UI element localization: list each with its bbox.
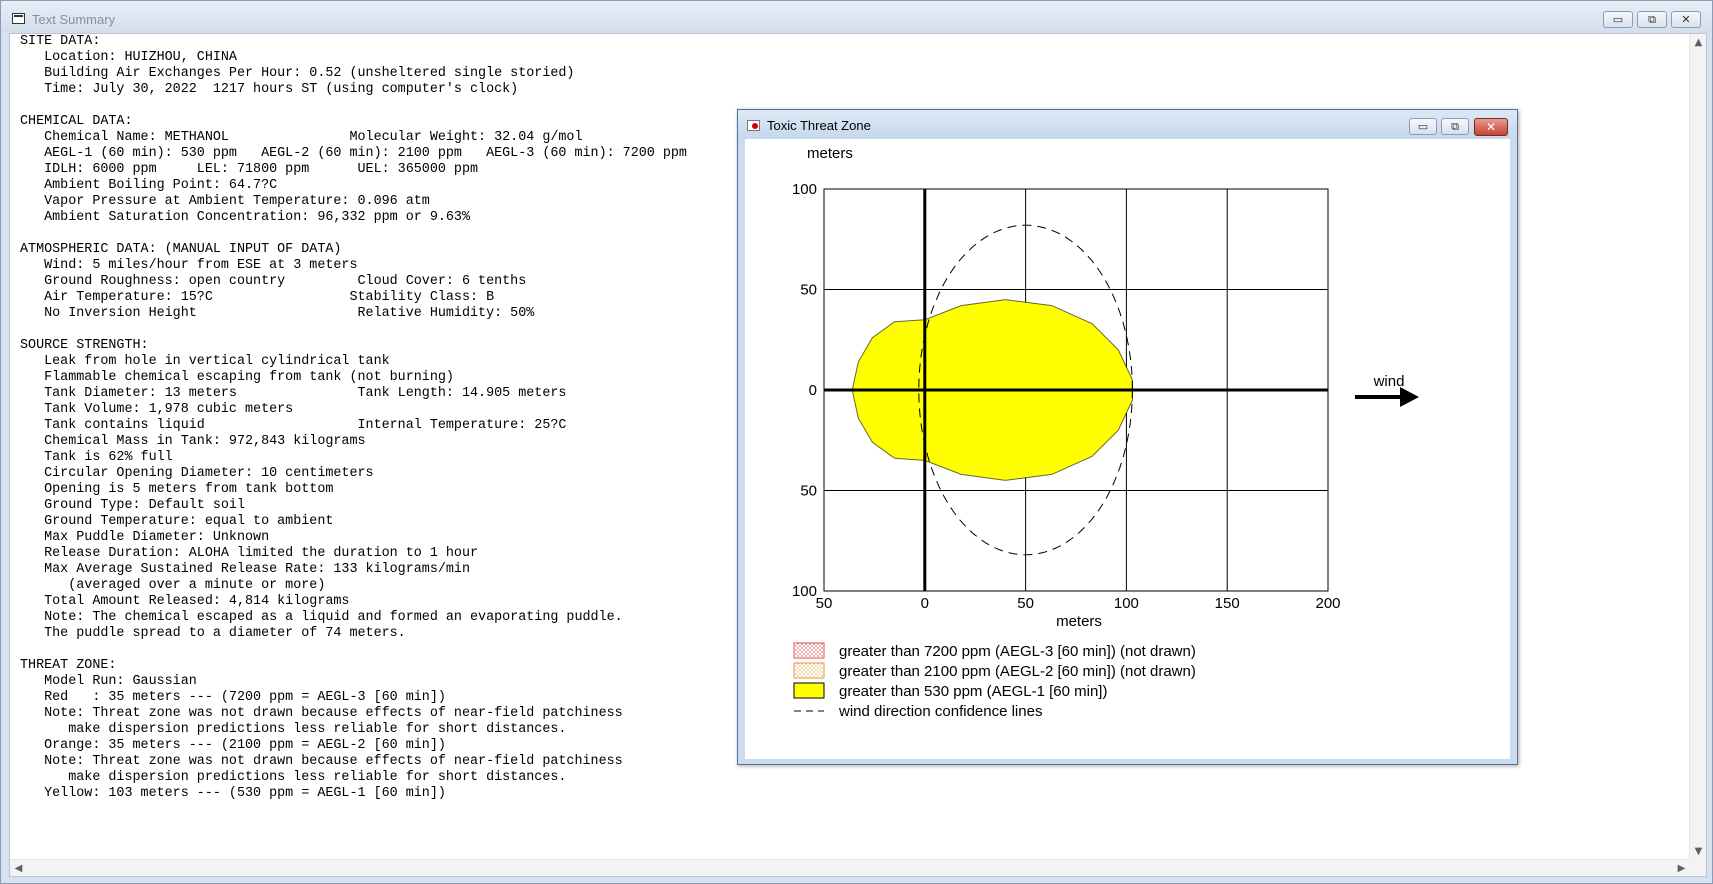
summary-line: make dispersion predictions less reliabl… [68, 770, 567, 785]
summary-line: Release Duration: ALOHA limited the dura… [44, 546, 479, 561]
summary-line: The puddle spread to a diameter of 74 me… [44, 626, 406, 641]
x-tick-label: 0 [921, 595, 929, 612]
minimize-button[interactable]: ▭ [1603, 11, 1633, 28]
summary-line: Orange: 35 meters --- (2100 ppm = AEGL-2… [44, 738, 446, 753]
summary-line: Yellow: 103 meters --- (530 ppm = AEGL-1… [44, 786, 446, 801]
toxic-threat-zone-window: Toxic Threat Zone ▭ ⧉ ✕ 50 0 50 100 150 … [737, 109, 1518, 765]
summary-line: Chemical Mass in Tank: 972,843 kilograms [44, 434, 366, 449]
close-button[interactable]: ✕ [1671, 11, 1701, 28]
wind-arrow-icon [1400, 387, 1419, 407]
summary-line: Flammable chemical escaping from tank (n… [44, 370, 454, 385]
summary-line: Time: July 30, 2022 1217 hours ST (using… [44, 82, 519, 97]
summary-line: Red : 35 meters --- (7200 ppm = AEGL-3 [… [44, 690, 446, 705]
summary-line: Ambient Saturation Concentration: 96,332… [44, 210, 470, 225]
horizontal-scrollbar[interactable]: ◀ ▶ [10, 859, 1690, 876]
summary-line: Ground Temperature: equal to ambient [44, 514, 334, 529]
scroll-down-arrow-icon[interactable]: ▼ [1690, 843, 1707, 860]
threat-window-title-bar[interactable]: Toxic Threat Zone ▭ ⧉ ✕ [738, 110, 1517, 138]
window-title: Text Summary [32, 12, 116, 27]
summary-line: THREAT ZONE: [20, 658, 117, 673]
summary-line: No Inversion Height Relative Humidity: 5… [44, 306, 535, 321]
summary-line: ATMOSPHERIC DATA: (MANUAL INPUT OF DATA) [20, 242, 342, 257]
legend-swatch-orange-hatched [793, 662, 825, 679]
legend-label: greater than 530 ppm (AEGL-1 [60 min]) [839, 683, 1107, 700]
threat-zone-chart: 50 0 50 100 150 20010050050100 meters meters … [792, 145, 1419, 720]
legend-label: wind direction confidence lines [838, 703, 1042, 720]
threat-minimize-button[interactable]: ▭ [1409, 118, 1437, 135]
summary-line: Tank Diameter: 13 meters Tank Length: 14… [44, 386, 567, 401]
summary-line: SOURCE STRENGTH: [20, 338, 149, 353]
x-tick-label: 50 [1017, 595, 1034, 612]
summary-line: Note: Threat zone was not drawn because … [44, 754, 623, 769]
summary-line: SITE DATA: [20, 34, 101, 49]
legend-swatch-red-hatched [793, 642, 825, 659]
y-tick-label: 0 [809, 382, 817, 399]
summary-line: Leak from hole in vertical cylindrical t… [44, 354, 390, 369]
x-tick-label: 200 [1315, 595, 1340, 612]
y-tick-label: 100 [792, 583, 817, 600]
size-grip[interactable] [1689, 859, 1706, 876]
summary-line: Max Puddle Diameter: Unknown [44, 530, 270, 545]
legend-label: greater than 7200 ppm (AEGL-3 [60 min]) … [839, 643, 1196, 660]
y-tick-label: 50 [800, 282, 817, 299]
y-axis-title: meters [807, 145, 853, 162]
summary-line: Vapor Pressure at Ambient Temperature: 0… [44, 194, 430, 209]
summary-line: Tank Volume: 1,978 cubic meters [44, 402, 294, 417]
y-tick-label: 100 [792, 181, 817, 198]
summary-line: Location: HUIZHOU, CHINA [44, 50, 237, 65]
summary-line: Chemical Name: METHANOL Molecular Weight… [44, 130, 583, 145]
summary-line: (averaged over a minute or more) [68, 578, 326, 593]
summary-line: Ground Type: Default soil [44, 498, 245, 513]
summary-line: Building Air Exchanges Per Hour: 0.52 (u… [44, 66, 575, 81]
summary-line: Air Temperature: 15?C Stability Class: B [44, 290, 495, 305]
threat-maximize-button[interactable]: ⧉ [1441, 118, 1469, 135]
legend-label: greater than 2100 ppm (AEGL-2 [60 min]) … [839, 663, 1196, 680]
summary-line: Max Average Sustained Release Rate: 133 … [44, 562, 470, 577]
scroll-left-arrow-icon[interactable]: ◀ [10, 860, 27, 877]
threat-zone-app-icon [747, 120, 760, 131]
summary-line: CHEMICAL DATA: [20, 114, 133, 129]
summary-line: Note: Threat zone was not drawn because … [44, 706, 623, 721]
plot-axes [824, 189, 1328, 591]
summary-line: make dispersion predictions less reliabl… [68, 722, 567, 737]
legend-swatch-yellow-solid [793, 682, 825, 699]
x-axis-title: meters [1056, 613, 1102, 630]
summary-line: Ambient Boiling Point: 64.7?C [44, 178, 278, 193]
summary-line: AEGL-1 (60 min): 530 ppm AEGL-2 (60 min)… [44, 146, 687, 161]
wind-indicator: wind [1355, 373, 1419, 407]
summary-line: Wind: 5 miles/hour from ESE at 3 meters [44, 258, 358, 273]
summary-line: Note: The chemical escaped as a liquid a… [44, 610, 623, 625]
x-tick-label: 100 [1114, 595, 1139, 612]
summary-text: SITE DATA: Location: HUIZHOU, CHINA Buil… [20, 34, 687, 802]
summary-line: Circular Opening Diameter: 10 centimeter… [44, 466, 374, 481]
scroll-up-arrow-icon[interactable]: ▲ [1690, 34, 1707, 51]
summary-line: Tank is 62% full [44, 450, 173, 465]
x-tick-label: 150 [1215, 595, 1240, 612]
summary-line: Total Amount Released: 4,814 kilograms [44, 594, 350, 609]
title-bar[interactable]: Text Summary ▭ ⧉ ✕ [1, 1, 1712, 33]
summary-line: Model Run: Gaussian [44, 674, 197, 689]
scroll-right-arrow-icon[interactable]: ▶ [1673, 860, 1690, 877]
summary-line: Opening is 5 meters from tank bottom [44, 482, 334, 497]
app-icon [12, 13, 25, 24]
summary-line: Ground Roughness: open country Cloud Cov… [44, 274, 527, 289]
vertical-scrollbar[interactable]: ▲ ▼ [1689, 34, 1706, 860]
x-tick-label: 50 [816, 595, 833, 612]
summary-line: Tank contains liquid Internal Temperatur… [44, 418, 567, 433]
legend: greater than 7200 ppm (AEGL-3 [60 min]) … [793, 642, 1196, 720]
threat-zone-plot-area: 50 0 50 100 150 200 100 50 0 50 100 meters meters … [745, 139, 1510, 759]
summary-line: IDLH: 6000 ppm LEL: 71800 ppm UEL: 36500… [44, 162, 479, 177]
maximize-button[interactable]: ⧉ [1637, 11, 1667, 28]
text-summary-window: Text Summary ▭ ⧉ ✕ SITE DATA: Location: … [0, 0, 1713, 884]
wind-label: wind [1373, 373, 1405, 390]
threat-window-title: Toxic Threat Zone [767, 118, 871, 133]
threat-close-button[interactable]: ✕ [1474, 118, 1508, 136]
y-tick-label: 50 [800, 483, 817, 500]
